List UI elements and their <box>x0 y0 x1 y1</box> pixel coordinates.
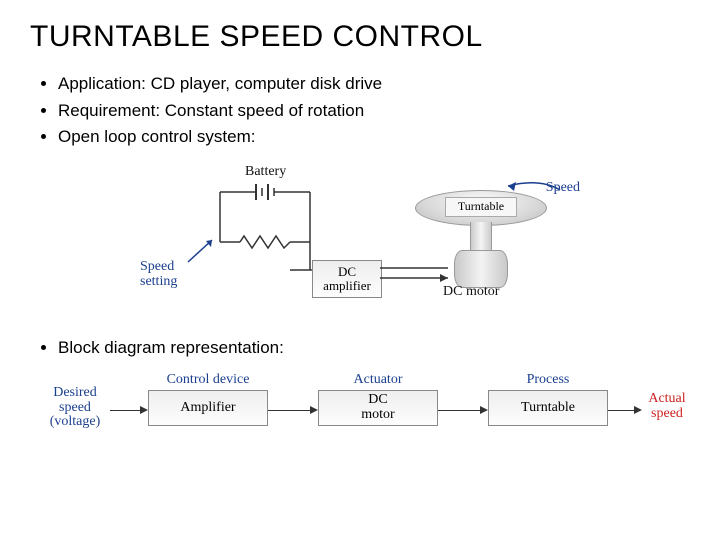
bullet-list-top: Application: CD player, computer disk dr… <box>30 72 690 150</box>
block-process: Process Turntable <box>488 372 608 426</box>
arrow-line-icon <box>608 410 636 411</box>
turntable-label: Turntable <box>445 197 517 217</box>
dc-motor-icon <box>454 250 508 288</box>
block-box: DC motor <box>318 390 438 426</box>
page-title: TURNTABLE SPEED CONTROL <box>30 20 690 54</box>
block-box: Turntable <box>488 390 608 426</box>
bullet-application: Application: CD player, computer disk dr… <box>58 72 690 97</box>
wires-icon <box>290 234 460 294</box>
output-label: Actual speed <box>642 392 692 421</box>
block-actuator: Actuator DC motor <box>318 372 438 426</box>
block-caption: Control device <box>148 372 268 388</box>
battery-label: Battery <box>245 164 286 180</box>
turntable-shaft-icon <box>470 222 492 252</box>
bullet-blockdiagram: Block diagram representation: <box>58 338 690 358</box>
arrow-line-icon <box>438 410 482 411</box>
arrow-line-icon <box>268 410 312 411</box>
schematic-figure: Battery Speed setting Speed Turntable DC… <box>140 164 580 324</box>
bullet-openloop: Open loop control system: <box>58 125 690 150</box>
speed-setting-arrow-icon <box>184 236 220 266</box>
arrow-line-icon <box>110 410 142 411</box>
arrowhead-icon <box>310 406 318 414</box>
arrowhead-icon <box>480 406 488 414</box>
arrowhead-icon <box>634 406 642 414</box>
bullet-requirement: Requirement: Constant speed of rotation <box>58 99 690 124</box>
bullet-list-mid: Block diagram representation: <box>30 338 690 358</box>
arrowhead-icon <box>140 406 148 414</box>
block-caption: Actuator <box>318 372 438 388</box>
speed-setting-label: Speed setting <box>140 260 177 289</box>
input-label: Desired speed (voltage) <box>40 386 110 430</box>
block-box: Amplifier <box>148 390 268 426</box>
block-caption: Process <box>488 372 608 388</box>
block-control-device: Control device Amplifier <box>148 372 268 426</box>
block-diagram-figure: Desired speed (voltage) Control device A… <box>40 368 680 458</box>
